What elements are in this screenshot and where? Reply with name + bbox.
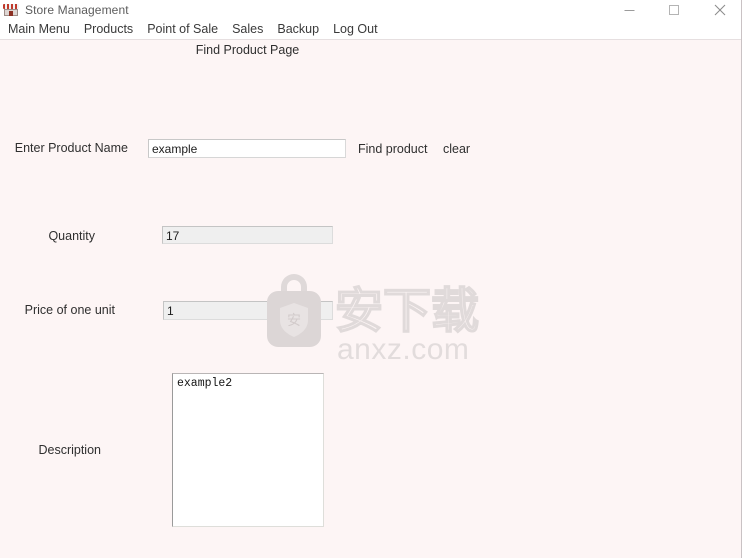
close-icon bbox=[714, 4, 725, 16]
menu-item-products[interactable]: Products bbox=[77, 20, 140, 39]
watermark-text-cn: 安下载 bbox=[335, 283, 479, 339]
quantity-input[interactable] bbox=[162, 226, 333, 244]
quantity-label: Quantity bbox=[48, 229, 95, 243]
minimize-icon bbox=[624, 9, 635, 11]
page-title: Find Product Page bbox=[195, 43, 300, 57]
menu-item-log-out[interactable]: Log Out bbox=[326, 20, 384, 39]
menu-item-backup[interactable]: Backup bbox=[270, 20, 326, 39]
window-title: Store Management bbox=[25, 3, 129, 17]
price-input[interactable] bbox=[163, 301, 333, 320]
minimize-button[interactable] bbox=[607, 0, 652, 20]
find-product-form: Find Product Page Enter Product Name Fin… bbox=[0, 41, 741, 558]
app-window: Store Management Main Menu Products Poin… bbox=[0, 0, 742, 558]
description-input[interactable]: example2 bbox=[172, 373, 324, 527]
menu-bar: Main Menu Products Point of Sale Sales B… bbox=[0, 20, 741, 40]
maximize-button[interactable] bbox=[652, 0, 697, 20]
description-label: Description bbox=[38, 443, 101, 457]
clear-button[interactable]: clear bbox=[443, 142, 470, 156]
maximize-icon bbox=[669, 4, 679, 15]
store-icon-door bbox=[9, 11, 13, 16]
price-label: Price of one unit bbox=[24, 303, 115, 317]
menu-item-sales[interactable]: Sales bbox=[225, 20, 270, 39]
product-name-input[interactable] bbox=[148, 139, 346, 158]
find-product-button[interactable]: Find product bbox=[358, 142, 427, 156]
watermark-text-url: anxz.com bbox=[337, 333, 469, 366]
product-name-label: Enter Product Name bbox=[14, 141, 128, 155]
menu-item-point-of-sale[interactable]: Point of Sale bbox=[140, 20, 225, 39]
menu-item-main-menu[interactable]: Main Menu bbox=[1, 20, 77, 39]
close-button[interactable] bbox=[697, 0, 741, 20]
title-bar: Store Management bbox=[0, 0, 741, 20]
window-controls bbox=[607, 0, 741, 20]
store-icon bbox=[3, 2, 19, 18]
